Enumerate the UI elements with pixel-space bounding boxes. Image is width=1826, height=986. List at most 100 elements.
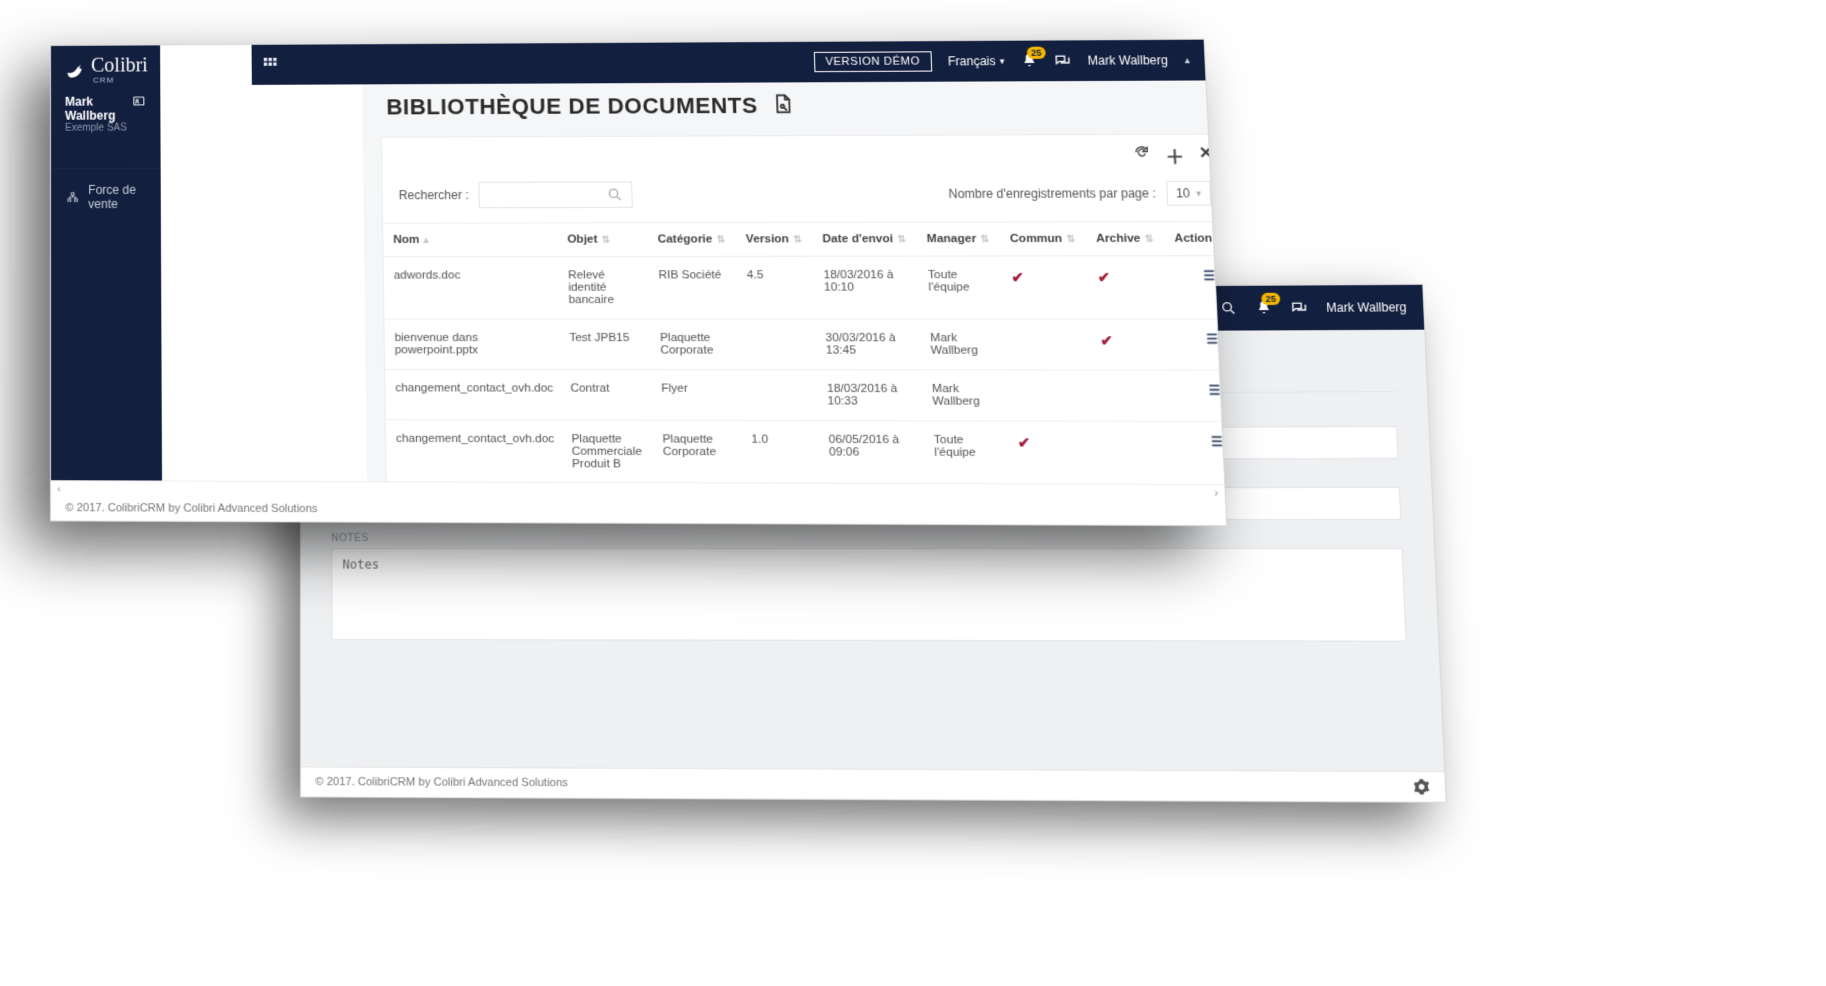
sidebar-user-name: Mark Wallberg [65,94,133,122]
notifications-button[interactable]: 25 [1255,299,1272,317]
cell-commun: ✔ [1000,256,1089,319]
bird-icon [65,60,85,80]
refresh-button[interactable] [1133,143,1151,170]
cell-nom: bienvenue dans powerpoint.pptx [384,319,560,369]
per-page-value: 10 [1176,186,1191,200]
cell-version [738,319,816,370]
search-icon[interactable] [1220,300,1237,316]
cell-archive [1091,370,1172,421]
cell-date: 06/05/2016 à 09:06 [818,421,925,485]
sidebar: Colibri CRM Mark Wallberg Exemple SAS Fo… [51,45,162,495]
brand-suffix: CRM [93,75,148,84]
row-actions-menu[interactable]: ☰▾ [1203,269,1221,284]
per-page-label: Nombre d'enregistrements par page : [948,186,1156,201]
cell-categorie: Plaquette Corporate [652,420,743,484]
documents-card: ＋ ✕ Rechercher : Nombre d' [381,134,1228,499]
check-icon: ✔ [1018,434,1031,451]
cell-date: 18/03/2016 à 10:10 [813,256,920,319]
notes-label: NOTES [331,532,1402,544]
cell-objet: Test JPB15 [559,319,651,370]
sort-icon: ⇅ [716,234,725,245]
table-row[interactable]: adwords.docRelevé identité bancaireRIB S… [383,256,1227,319]
col-commun[interactable]: Commun⇅ [999,222,1086,256]
chevron-up-icon[interactable]: ▴ [1184,55,1190,66]
gear-icon[interactable] [1413,778,1431,795]
content-area: BIBLIOTHÈQUE DE DOCUMENTS ＋ ✕ Rechercher… [361,39,1227,498]
chat-icon[interactable] [1291,300,1308,316]
cell-nom: changement_contact_ovh.doc [385,420,562,484]
notes-field[interactable] [331,548,1406,642]
check-icon: ✔ [1097,269,1110,286]
card-toolbar: ＋ ✕ [382,135,1227,174]
cell-commun [1005,370,1094,421]
scroll-right-icon[interactable]: › [1214,487,1218,500]
back-footer: © 2017. ColibriCRM by Colibri Advanced S… [301,766,1446,801]
cell-archive: ✔ [1089,319,1170,370]
id-card-icon[interactable] [133,94,146,110]
table-row[interactable]: changement_contact_ovh.docContratFlyer 18… [385,369,1228,421]
sort-icon: ⇅ [980,234,989,245]
cell-archive [1093,421,1175,485]
scroll-left-icon[interactable]: ‹ [57,483,61,495]
col-date[interactable]: Date d'envoi⇅ [812,222,917,256]
check-icon: ✔ [1100,332,1113,349]
search-input[interactable] [488,188,601,203]
col-nom[interactable]: Nom▴ [383,223,558,257]
sort-icon: ⇅ [1144,234,1153,245]
cell-date: 30/03/2016 à 13:45 [815,319,921,370]
cell-categorie: Flyer [650,370,740,421]
cell-categorie: RIB Société [648,256,738,319]
table-header-row: Nom▴ Objet⇅ Catégorie⇅ Version⇅ Date d'e… [383,222,1228,257]
cell-manager: Toute l'équipe [923,421,1009,485]
notifications-button[interactable]: 25 [1021,53,1038,69]
sidebar-user-block: Mark Wallberg Exemple SAS [51,90,160,144]
brand-name: Colibri [91,55,148,75]
sort-icon: ⇅ [897,234,906,245]
cell-manager: Mark Wallberg [919,319,1004,370]
col-manager[interactable]: Manager⇅ [916,222,1000,256]
sidebar-item-force-de-vente[interactable]: Force de vente [51,168,161,226]
cell-manager: Mark Wallberg [921,370,1007,421]
document-icon [772,93,793,118]
sort-icon: ⇅ [793,234,802,245]
notifications-count-badge: 25 [1027,47,1046,59]
per-page-select[interactable]: 10 ▾ [1166,181,1211,206]
cell-date: 18/03/2016 à 10:33 [816,370,923,421]
current-user-label[interactable]: Mark Wallberg [1326,300,1407,315]
search-icon[interactable] [607,187,624,203]
cell-version [739,370,818,421]
cell-objet: Relevé identité bancaire [557,256,649,319]
col-objet[interactable]: Objet⇅ [557,223,648,257]
add-button[interactable]: ＋ [1165,143,1185,170]
sidebar-item-label: Force de vente [88,183,144,211]
cell-version: 4.5 [736,256,815,319]
language-selector[interactable]: Français ▾ [948,54,1005,68]
cell-nom: changement_contact_ovh.doc [385,369,561,420]
library-window: Colibri CRM Mark Wallberg Exemple SAS Fo… [50,39,1227,527]
chevron-down-icon: ▾ [1196,188,1201,199]
cell-objet: Contrat [560,369,652,420]
chevron-down-icon: ▾ [1000,55,1005,66]
apps-grid-icon[interactable] [262,55,278,73]
sort-icon: ⇅ [602,234,611,245]
col-categorie[interactable]: Catégorie⇅ [647,223,736,257]
brand[interactable]: Colibri CRM [51,45,160,90]
current-user-label[interactable]: Mark Wallberg [1087,53,1168,68]
col-archive[interactable]: Archive⇅ [1085,222,1165,256]
chat-icon[interactable] [1054,53,1071,69]
cell-version: 1.0 [740,420,819,484]
cell-commun [1003,319,1091,370]
close-button[interactable]: ✕ [1198,143,1213,170]
cell-objet: Plaquette Commerciale Produit B [561,420,653,484]
col-version[interactable]: Version⇅ [735,222,813,256]
table-row[interactable]: changement_contact_ovh.docPlaquette Comm… [385,420,1227,486]
language-label: Français [948,54,996,68]
filter-row: Rechercher : Nombre d'enregistrements pa… [382,172,1227,223]
search-label: Rechercher : [399,188,469,202]
table-row[interactable]: bienvenue dans powerpoint.pptxTest JPB15… [384,319,1227,370]
version-banner: VERSION DÉMO [814,51,932,72]
cell-nom: adwords.doc [383,257,558,319]
col-actions: Actions [1163,222,1227,256]
orgchart-icon [67,189,78,205]
sort-icon: ⇅ [1066,234,1075,245]
